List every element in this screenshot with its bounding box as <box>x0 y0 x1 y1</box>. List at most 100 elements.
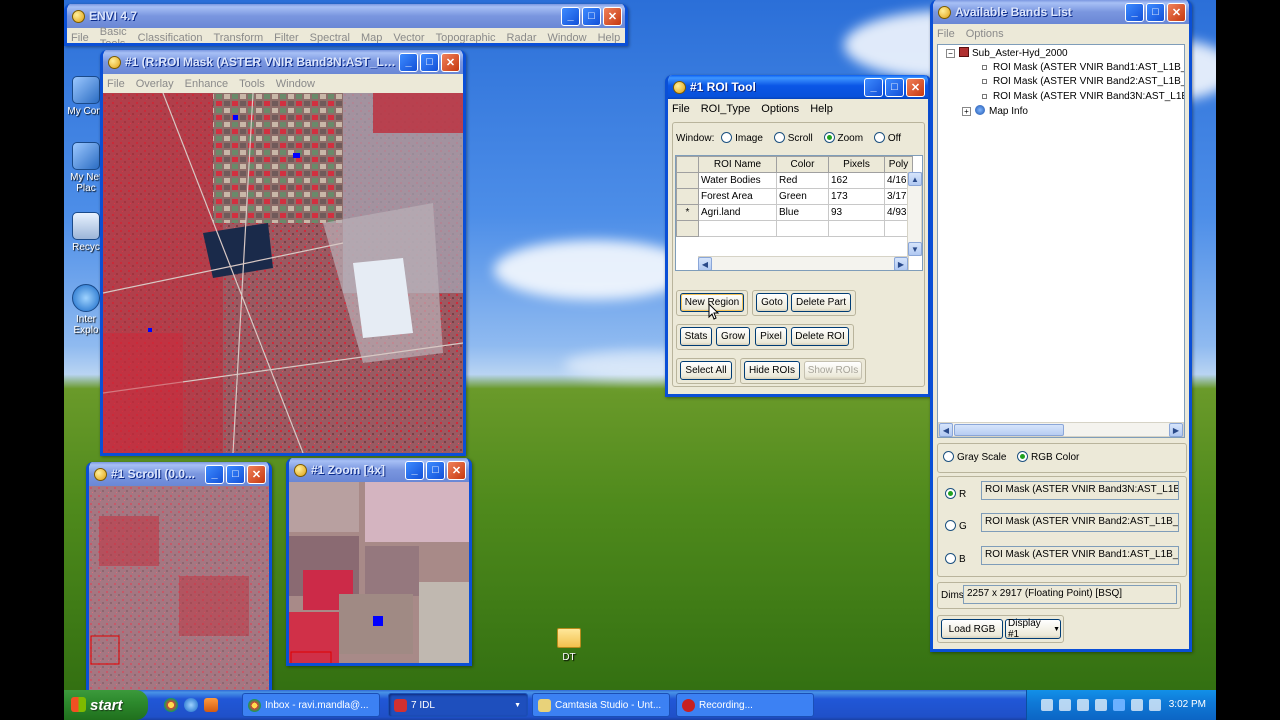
rgb-color-radio[interactable]: RGB Color <box>1017 451 1079 463</box>
cell-roi-name[interactable]: Agri.land <box>698 204 777 221</box>
menu-tools[interactable]: Tools <box>239 78 265 90</box>
menu-map[interactable]: Map <box>361 32 382 44</box>
security-tray-icon[interactable] <box>1131 699 1143 711</box>
delete-roi-button[interactable]: Delete ROI <box>791 327 849 346</box>
clock[interactable]: 3:02 PM <box>1169 699 1206 710</box>
menu-window[interactable]: Window <box>276 78 315 90</box>
g-radio[interactable]: G <box>945 520 967 532</box>
zoom-titlebar[interactable]: #1 Zoom [4x] _ □ ✕ <box>289 458 469 482</box>
roi-table[interactable]: ROI Name Color Pixels Poly Water Bodies … <box>676 156 914 237</box>
radio-zoom[interactable]: Zoom <box>823 132 863 144</box>
expand-icon[interactable]: + <box>962 107 971 116</box>
menu-options[interactable]: Options <box>966 28 1004 40</box>
tree-band-item[interactable]: ROI Mask (ASTER VNIR Band1:AST_L1B_ <box>982 62 1184 73</box>
monitor-tray-icon[interactable] <box>1077 699 1089 711</box>
scroll-down-icon[interactable]: ▼ <box>908 242 922 256</box>
task-recording[interactable]: Recording... <box>676 693 814 717</box>
tree-band-item[interactable]: ROI Mask (ASTER VNIR Band3N:AST_L1E <box>982 91 1184 102</box>
cell-color[interactable]: Red <box>776 172 829 189</box>
minimize-icon[interactable]: _ <box>864 77 883 97</box>
table-row[interactable]: Water Bodies Red 162 4/162 <box>676 172 914 189</box>
r-radio[interactable]: R <box>945 488 966 500</box>
maximize-icon[interactable]: □ <box>420 52 439 72</box>
menu-help[interactable]: Help <box>598 32 621 44</box>
menu-overlay[interactable]: Overlay <box>136 78 174 90</box>
column-header[interactable]: Pixels <box>828 156 885 173</box>
column-header[interactable]: Color <box>776 156 829 173</box>
cell-color[interactable]: Blue <box>776 204 829 221</box>
menu-roi-type[interactable]: ROI_Type <box>701 103 751 115</box>
column-header[interactable]: Poly <box>883 156 914 173</box>
tree-root[interactable]: − Sub_Aster-Hyd_2000 <box>946 47 1068 59</box>
tree-band-item[interactable]: ROI Mask (ASTER VNIR Band2:AST_L1B_ <box>982 76 1184 87</box>
scroll-thumb[interactable] <box>954 424 1064 436</box>
scroll-left-icon[interactable]: ◀ <box>698 257 712 270</box>
image-titlebar[interactable]: #1 (R:ROI Mask (ASTER VNIR Band3N:AST_L1… <box>103 50 463 74</box>
bluetooth-tray-icon[interactable] <box>1113 699 1125 711</box>
task-camtasia[interactable]: Camtasia Studio - Unt... <box>532 693 670 717</box>
r-band-field[interactable]: ROI Mask (ASTER VNIR Band3N:AST_L1B <box>981 481 1179 500</box>
close-icon[interactable]: ✕ <box>603 6 622 26</box>
menu-filter[interactable]: Filter <box>274 32 298 44</box>
menu-file[interactable]: File <box>71 32 89 44</box>
grow-button[interactable]: Grow <box>716 327 750 346</box>
cell-roi-name[interactable]: Water Bodies <box>698 172 777 189</box>
scroll-right-icon[interactable]: ▶ <box>894 257 908 270</box>
menu-basic-tools[interactable]: Basic Tools <box>100 26 127 44</box>
gray-scale-radio[interactable]: Gray Scale <box>943 451 1006 463</box>
satellite-image[interactable] <box>103 93 463 453</box>
maximize-icon[interactable]: □ <box>885 77 904 97</box>
menu-topographic[interactable]: Topographic <box>436 32 496 44</box>
load-rgb-button[interactable]: Load RGB <box>941 619 1003 639</box>
cell-roi-name[interactable]: Forest Area <box>698 188 777 205</box>
menu-enhance[interactable]: Enhance <box>185 78 228 90</box>
cell-pixels[interactable]: 162 <box>828 172 885 189</box>
menu-help[interactable]: Help <box>810 103 833 115</box>
delete-part-button[interactable]: Delete Part <box>791 293 851 312</box>
menu-file[interactable]: File <box>937 28 955 40</box>
chrome-quicklaunch-icon[interactable] <box>164 698 178 712</box>
minimize-icon[interactable]: _ <box>1125 2 1144 22</box>
table-row[interactable]: Forest Area Green 173 3/173 <box>676 188 914 205</box>
battery-tray-icon[interactable] <box>1149 699 1161 711</box>
minimize-icon[interactable]: _ <box>205 464 224 484</box>
display-dropdown[interactable]: Display #1 ▼ <box>1005 618 1061 640</box>
stats-button[interactable]: Stats <box>680 327 712 346</box>
menu-transform[interactable]: Transform <box>213 32 263 44</box>
task-inbox[interactable]: Inbox - ravi.mandla@... <box>242 693 380 717</box>
envi-titlebar[interactable]: ENVI 4.7 _ □ ✕ <box>67 4 625 28</box>
scroll-left-icon[interactable]: ◀ <box>939 423 953 437</box>
select-all-button[interactable]: Select All <box>680 361 732 380</box>
zoom-image[interactable] <box>289 482 469 666</box>
cell-color[interactable]: Green <box>776 188 829 205</box>
minimize-icon[interactable]: _ <box>399 52 418 72</box>
menu-file[interactable]: File <box>672 103 690 115</box>
column-header[interactable]: ROI Name <box>698 156 777 173</box>
close-icon[interactable]: ✕ <box>1167 2 1186 22</box>
radio-off[interactable]: Off <box>873 132 901 144</box>
b-radio[interactable]: B <box>945 553 966 565</box>
start-button[interactable]: start <box>64 690 148 720</box>
minimize-icon[interactable]: _ <box>405 460 424 480</box>
menu-classification[interactable]: Classification <box>138 32 203 44</box>
menu-radar[interactable]: Radar <box>507 32 537 44</box>
menu-vector[interactable]: Vector <box>393 32 424 44</box>
close-icon[interactable]: ✕ <box>441 52 460 72</box>
maximize-icon[interactable]: □ <box>226 464 245 484</box>
table-row-empty[interactable] <box>676 220 914 237</box>
radio-scroll[interactable]: Scroll <box>773 132 813 144</box>
task-idl[interactable]: 7 IDL ▼ <box>388 693 528 717</box>
scroll-right-icon[interactable]: ▶ <box>1169 423 1183 437</box>
b-band-field[interactable]: ROI Mask (ASTER VNIR Band1:AST_L1B_0 <box>981 546 1179 565</box>
maximize-icon[interactable]: □ <box>1146 2 1165 22</box>
show-rois-button[interactable]: Show ROIs <box>804 361 862 380</box>
folder-icon[interactable]: DT <box>549 628 589 663</box>
bands-titlebar[interactable]: Available Bands List _ □ ✕ <box>933 0 1189 24</box>
collapse-icon[interactable]: − <box>946 49 955 58</box>
roi-table-hscroll[interactable] <box>698 256 909 270</box>
scroll-up-icon[interactable]: ▲ <box>908 172 922 186</box>
g-band-field[interactable]: ROI Mask (ASTER VNIR Band2:AST_L1B_0 <box>981 513 1179 532</box>
scroll-titlebar[interactable]: #1 Scroll (0.0... _ □ ✕ <box>89 462 269 486</box>
goto-button[interactable]: Goto <box>756 293 788 312</box>
close-icon[interactable]: ✕ <box>247 464 266 484</box>
